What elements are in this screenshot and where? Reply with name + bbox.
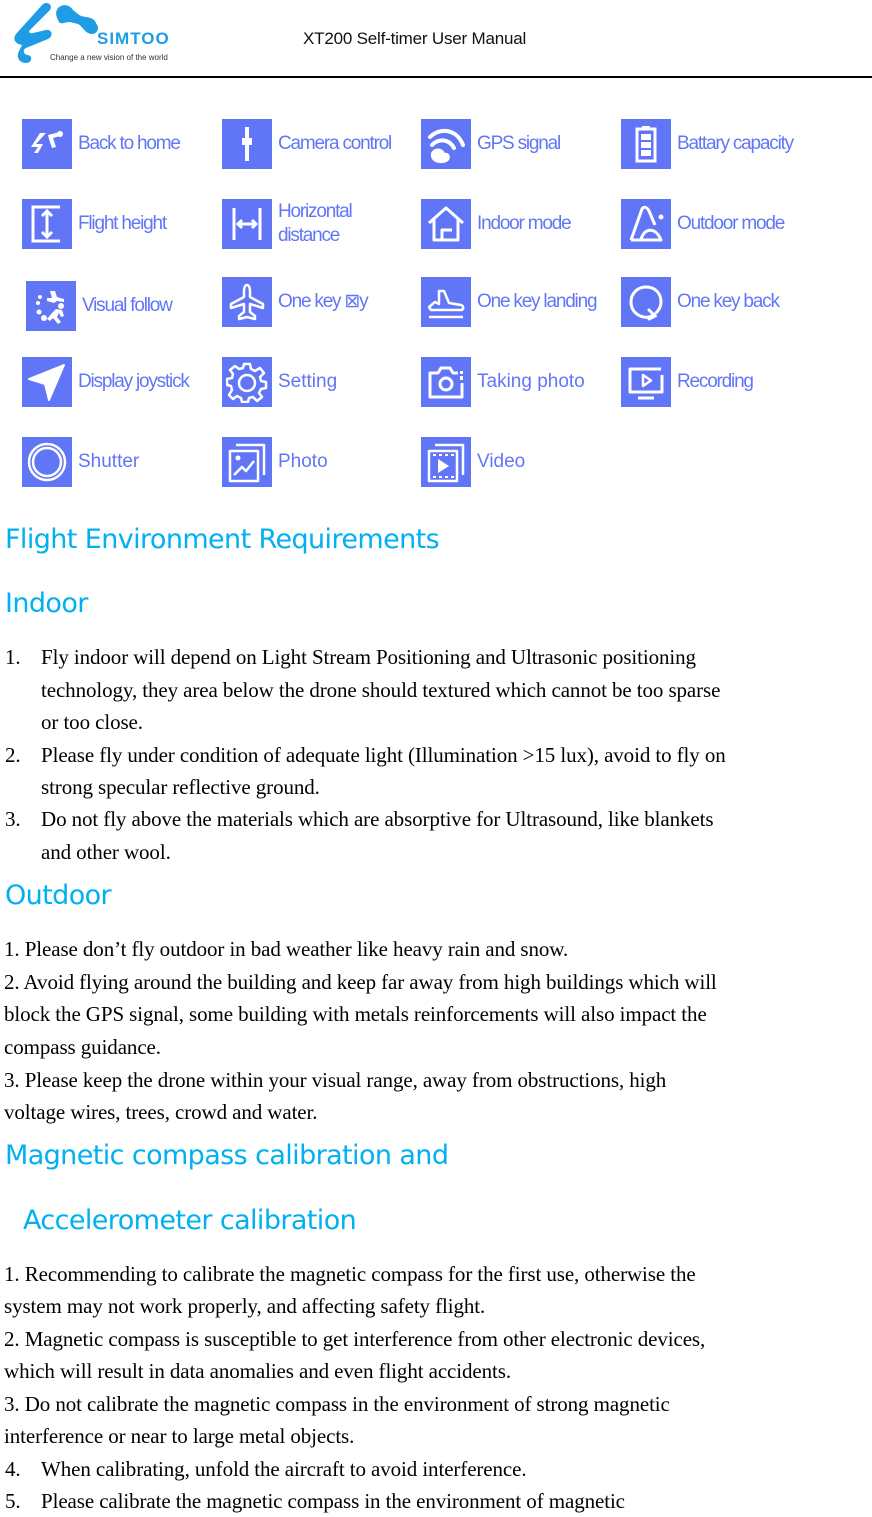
- list-item-line: or too close.: [41, 710, 143, 734]
- list-item-line: Do not fly above the materials which are…: [41, 807, 714, 831]
- document-title: XT200 Self-timer User Manual: [303, 29, 527, 48]
- paragraph-line: 2. Avoid flying around the building and …: [4, 970, 717, 994]
- legend-label: Recording: [677, 371, 754, 392]
- paragraph-line: voltage wires, trees, crowd and water.: [4, 1100, 318, 1124]
- subheading-outdoor: Outdoor: [5, 880, 112, 911]
- legend-label: Taking photo: [477, 371, 585, 392]
- camera-icon: [421, 357, 471, 407]
- paragraph-line: system may not work properly, and affect…: [4, 1294, 486, 1318]
- airplane-takeoff-icon: [222, 277, 272, 327]
- legend-item: Video: [421, 436, 525, 488]
- legend-label: GPS signal: [477, 133, 561, 154]
- back-to-home-icon: [22, 119, 72, 169]
- legend-item: Camera control: [222, 118, 392, 170]
- legend-item: Photo: [222, 436, 328, 488]
- legend-label: Setting: [278, 371, 338, 392]
- legend-label: One key back: [677, 291, 780, 312]
- paragraph-line: 1. Recommending to calibrate the magneti…: [4, 1262, 696, 1286]
- list-item-line: technology, they area below the drone sh…: [41, 678, 721, 702]
- legend-item: One key back: [621, 276, 780, 328]
- battery-icon: [621, 119, 671, 169]
- recording-icon: [621, 357, 671, 407]
- legend-label: Camera control: [278, 133, 392, 154]
- legend-label: Display joystick: [78, 371, 190, 392]
- legend-item: Indoor mode: [421, 198, 572, 250]
- legend-label-line: Horizontal: [278, 201, 353, 222]
- joystick-arrow-icon: [22, 357, 72, 407]
- legend-item: Shutter: [22, 436, 139, 488]
- list-item-line: When calibrating, unfold the aircraft to…: [41, 1457, 527, 1481]
- legend-label: Flight height: [78, 213, 167, 234]
- legend-item: Setting: [222, 356, 337, 408]
- video-gallery-icon: [421, 437, 471, 487]
- page-header: SIMTOO Change a new vision of the world …: [0, 0, 872, 78]
- list-number: 4.: [5, 1457, 21, 1481]
- gps-signal-icon: [421, 119, 471, 169]
- legend-item: Horizontal distance: [222, 198, 353, 250]
- camera-control-icon: [222, 119, 272, 169]
- paragraph-line: which will result in data anomalies and …: [4, 1359, 511, 1383]
- legend-item: Battary capacity: [621, 118, 794, 170]
- legend-item: Taking photo: [421, 356, 585, 408]
- outdoor-mode-icon: [621, 199, 671, 249]
- legend-item: Recording: [621, 356, 754, 408]
- legend-item: Outdoor mode: [621, 198, 785, 250]
- header-divider: [0, 76, 872, 78]
- list-number: 3.: [5, 807, 21, 831]
- legend-label: Battary capacity: [677, 133, 794, 154]
- legend-item: Display joystick: [22, 356, 190, 408]
- list-number: 2.: [5, 743, 21, 767]
- legend-label-line: distance: [278, 225, 340, 246]
- list-number: 5.: [5, 1489, 21, 1513]
- brand-tagline: Change a new vision of the world: [50, 53, 168, 62]
- shutter-icon: [22, 437, 72, 487]
- legend-label: One key ⊠y: [278, 291, 369, 312]
- visual-follow-icon: [26, 281, 76, 331]
- photo-gallery-icon: [222, 437, 272, 487]
- list-item-line: Fly indoor will depend on Light Stream P…: [41, 645, 696, 669]
- legend-label: One key landing: [477, 291, 598, 312]
- list-item-line: strong specular reflective ground.: [41, 775, 320, 799]
- legend-label: Video: [477, 451, 526, 472]
- legend-item: GPS signal: [421, 118, 561, 170]
- legend-item: One key ⊠y: [222, 276, 369, 328]
- paragraph-line: 3. Please keep the drone within your vis…: [4, 1068, 667, 1092]
- list-item-line: Please calibrate the magnetic compass in…: [41, 1489, 625, 1513]
- brand-name: SIMTOO: [97, 29, 170, 48]
- paragraph-line: block the GPS signal, some building with…: [4, 1002, 707, 1026]
- list-item-line: and other wool.: [41, 840, 171, 864]
- legend-item: Flight height: [22, 198, 167, 250]
- legend-label: Shutter: [78, 451, 140, 472]
- subheading-indoor: Indoor: [5, 588, 88, 619]
- list-item-line: Please fly under condition of adequate l…: [41, 743, 726, 767]
- legend-item: Visual follow: [26, 280, 173, 332]
- section-heading-flight-environment: Flight Environment Requirements: [5, 524, 440, 555]
- legend-label: Outdoor mode: [677, 213, 785, 234]
- legend-label: Back to home: [78, 133, 181, 154]
- legend-label: Photo: [278, 451, 328, 472]
- legend-label: Visual follow: [82, 295, 173, 316]
- legend-item: Back to home: [22, 118, 181, 170]
- paragraph-line: compass guidance.: [4, 1035, 161, 1059]
- flight-height-icon: [22, 199, 72, 249]
- section-heading-calibration: Magnetic compass calibration and: [5, 1140, 449, 1171]
- landing-icon: [421, 277, 471, 327]
- paragraph-line: 2. Magnetic compass is susceptible to ge…: [4, 1327, 706, 1351]
- section-heading-calibration-line2: Accelerometer calibration: [23, 1205, 357, 1236]
- gear-icon: [222, 357, 272, 407]
- list-number: 1.: [5, 645, 21, 669]
- horizontal-distance-icon: [222, 199, 272, 249]
- legend-item: One key landing: [421, 276, 598, 328]
- indoor-mode-icon: [421, 199, 471, 249]
- return-icon: [621, 277, 671, 327]
- legend-label: Horizontal distance: [278, 200, 353, 248]
- paragraph-line: 3. Do not calibrate the magnetic compass…: [4, 1392, 670, 1416]
- paragraph-line: interference or near to large metal obje…: [4, 1424, 355, 1448]
- legend-label: Indoor mode: [477, 213, 572, 234]
- paragraph-line: 1. Please don’t fly outdoor in bad weath…: [4, 937, 569, 961]
